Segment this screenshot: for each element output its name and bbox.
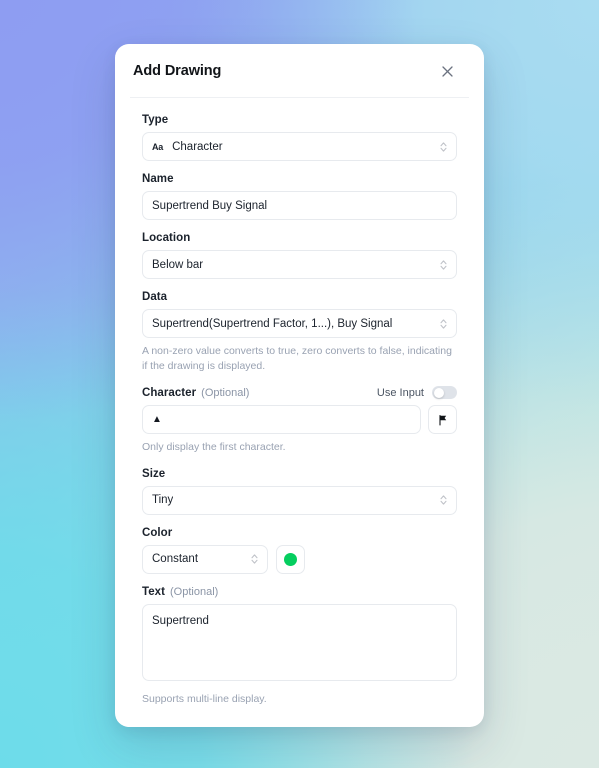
data-helper-text: A non-zero value converts to true, zero … [142, 345, 452, 373]
size-label: Size [142, 467, 166, 480]
data-select[interactable]: Supertrend(Supertrend Factor, 1...), Buy… [142, 309, 457, 338]
text-format-icon: Aa [152, 141, 164, 152]
page-title: Add Drawing [133, 63, 222, 79]
header-divider [130, 97, 469, 98]
text-label: Text [142, 585, 165, 598]
chevron-updown-icon [439, 258, 448, 271]
size-value: Tiny [152, 494, 174, 507]
location-label: Location [142, 232, 191, 244]
field-type: Type Aa Character [142, 114, 457, 161]
modal-body: Type Aa Character Name Supertrend Buy Si… [115, 98, 484, 707]
use-input-toggle[interactable] [432, 386, 457, 400]
close-icon[interactable] [437, 61, 457, 81]
name-input[interactable]: Supertrend Buy Signal [142, 191, 457, 220]
location-value: Below bar [152, 258, 204, 271]
color-swatch-button[interactable] [276, 544, 305, 574]
character-helper-text: Only display the first character. [142, 441, 286, 454]
chevron-updown-icon [439, 317, 448, 330]
type-select[interactable]: Aa Character [142, 132, 457, 161]
data-value: Supertrend(Supertrend Factor, 1...), Buy… [152, 317, 393, 330]
character-label-row: Character (Optional) Use Input [142, 386, 457, 400]
use-input-label: Use Input [376, 386, 424, 399]
add-drawing-modal: Add Drawing Type Aa Character Name Super… [115, 44, 484, 727]
type-label: Type [142, 114, 169, 126]
field-location: Location Below bar [142, 232, 457, 279]
name-label: Name [142, 173, 174, 185]
color-label: Color [142, 526, 173, 539]
use-input-control: Use Input [376, 386, 457, 400]
character-value: ▲ [152, 413, 162, 425]
chevron-updown-icon [439, 140, 448, 153]
text-helper-text: Supports multi-line display. [142, 692, 267, 705]
field-size: Size Tiny [142, 468, 457, 515]
color-swatch [284, 552, 297, 566]
field-name: Name Supertrend Buy Signal [142, 173, 457, 220]
field-data: Data Supertrend(Supertrend Factor, 1...)… [142, 291, 457, 374]
field-character: Character (Optional) Use Input ▲ Only di… [142, 386, 457, 455]
chevron-updown-icon [250, 553, 259, 566]
type-value: Character [172, 140, 223, 153]
character-label: Character [142, 386, 197, 399]
text-optional-tag: (Optional) [170, 585, 219, 598]
modal-header: Add Drawing [115, 44, 484, 98]
flag-icon-button[interactable] [428, 405, 457, 435]
data-label: Data [142, 291, 168, 303]
name-value: Supertrend Buy Signal [152, 199, 268, 212]
toggle-knob [433, 387, 444, 398]
character-row: ▲ [142, 405, 457, 435]
field-text: Text (Optional) Supports multi-line disp… [142, 586, 457, 707]
text-textarea[interactable] [142, 603, 457, 681]
color-row: Constant [142, 544, 457, 574]
character-optional-tag: (Optional) [201, 386, 250, 399]
character-input[interactable]: ▲ [142, 405, 421, 435]
field-color: Color Constant [142, 527, 457, 574]
size-select[interactable]: Tiny [142, 485, 457, 515]
location-select[interactable]: Below bar [142, 250, 457, 279]
color-mode-select[interactable]: Constant [142, 544, 268, 574]
chevron-updown-icon [439, 494, 448, 507]
color-mode-value: Constant [152, 553, 199, 566]
